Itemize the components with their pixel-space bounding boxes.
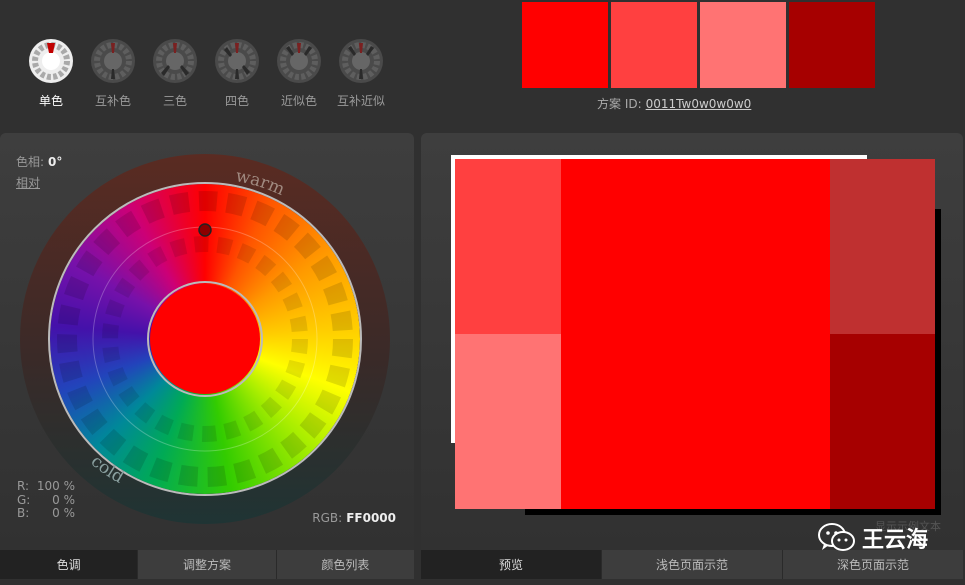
rgb-row-b: B: 0 %	[17, 506, 75, 520]
hue-label: 色相: 0°	[16, 153, 62, 170]
mode-complement[interactable]: 互补色	[82, 38, 144, 109]
mode-label: 三色	[162, 94, 187, 108]
right-tabs: 预览 浅色页面示范 深色页面示范	[421, 550, 963, 579]
mode-tetrad[interactable]: 四色	[206, 38, 268, 109]
rgb-hex-label: RGB:	[312, 511, 343, 525]
mode-label: 互补近似	[336, 94, 385, 108]
color-wheel[interactable]: warm cold	[20, 153, 390, 525]
rgb-row-r: R: 100 %	[17, 479, 75, 493]
tab-light-page[interactable]: 浅色页面示范	[601, 550, 782, 579]
rgb-values: R: 100 % G: 0 % B: 0 %	[17, 479, 75, 521]
mode-label: 互补色	[94, 94, 131, 108]
complement-wheel-icon	[91, 39, 135, 83]
preview-color-top-right[interactable]	[830, 159, 935, 334]
rgb-row-g: G: 0 %	[17, 492, 75, 507]
swatch-2[interactable]	[611, 2, 697, 88]
relative-link[interactable]: 相对	[16, 174, 40, 191]
preview-color-main[interactable]	[561, 159, 830, 509]
mode-label: 四色	[224, 94, 249, 108]
tetrad-wheel-icon	[215, 39, 259, 83]
mode-mono[interactable]: 单色	[20, 38, 82, 109]
left-tabs: 色调 调整方案 颜色列表	[0, 550, 414, 579]
mode-analogic[interactable]: 近似色	[268, 38, 330, 109]
rgb-hex-value: FF0000	[346, 511, 396, 525]
palette-swatches	[522, 2, 875, 88]
scheme-id: 方案 ID: 0011Tw0w0w0w0	[597, 95, 751, 112]
mode-label: 近似色	[280, 94, 317, 108]
color-wheel-panel: warm cold 色相: 0° 相对 R: 100 % G: 0 % B: 0 % R…	[0, 133, 414, 579]
scheme-id-label: 方案 ID:	[597, 97, 642, 111]
mode-label: 单色	[38, 94, 63, 108]
preview-color-bottom-right[interactable]	[830, 334, 935, 509]
swatch-4[interactable]	[789, 2, 875, 88]
preview-panel: 显示示例文本 预览 浅色页面示范 深色页面示范	[421, 133, 963, 579]
watermark: 王云海	[818, 522, 928, 554]
tab-adjust-scheme[interactable]: 调整方案	[137, 550, 276, 579]
selected-color-center	[150, 284, 260, 394]
mode-selector: 单色 互补色 三色 四色 近似色 互补近似	[20, 38, 392, 109]
hue-value: 0°	[48, 155, 63, 169]
rgb-hex: RGB: FF0000	[312, 511, 396, 525]
preview-color-bottom-left[interactable]	[455, 334, 561, 509]
accented-analogic-wheel-icon	[339, 39, 383, 83]
swatch-3[interactable]	[700, 2, 786, 88]
wechat-icon	[818, 523, 855, 551]
tab-color-list[interactable]: 颜色列表	[275, 550, 414, 579]
mode-accented-analogic[interactable]: 互补近似	[330, 38, 392, 109]
hue-label-text: 色相:	[16, 155, 45, 169]
watermark-text: 王云海	[862, 528, 929, 553]
preview-color-top-left[interactable]	[455, 159, 561, 334]
triad-wheel-icon	[153, 39, 197, 83]
scheme-id-link[interactable]: 0011Tw0w0w0w0	[646, 97, 752, 111]
tab-hue[interactable]: 色调	[0, 550, 138, 579]
mode-triad[interactable]: 三色	[144, 38, 206, 109]
swatch-1[interactable]	[522, 2, 608, 88]
hue-handle[interactable]	[198, 223, 212, 237]
tab-preview[interactable]: 预览	[421, 550, 601, 579]
analogic-wheel-icon	[277, 39, 321, 83]
tab-dark-page[interactable]: 深色页面示范	[782, 550, 963, 579]
mono-wheel-icon	[29, 39, 73, 83]
